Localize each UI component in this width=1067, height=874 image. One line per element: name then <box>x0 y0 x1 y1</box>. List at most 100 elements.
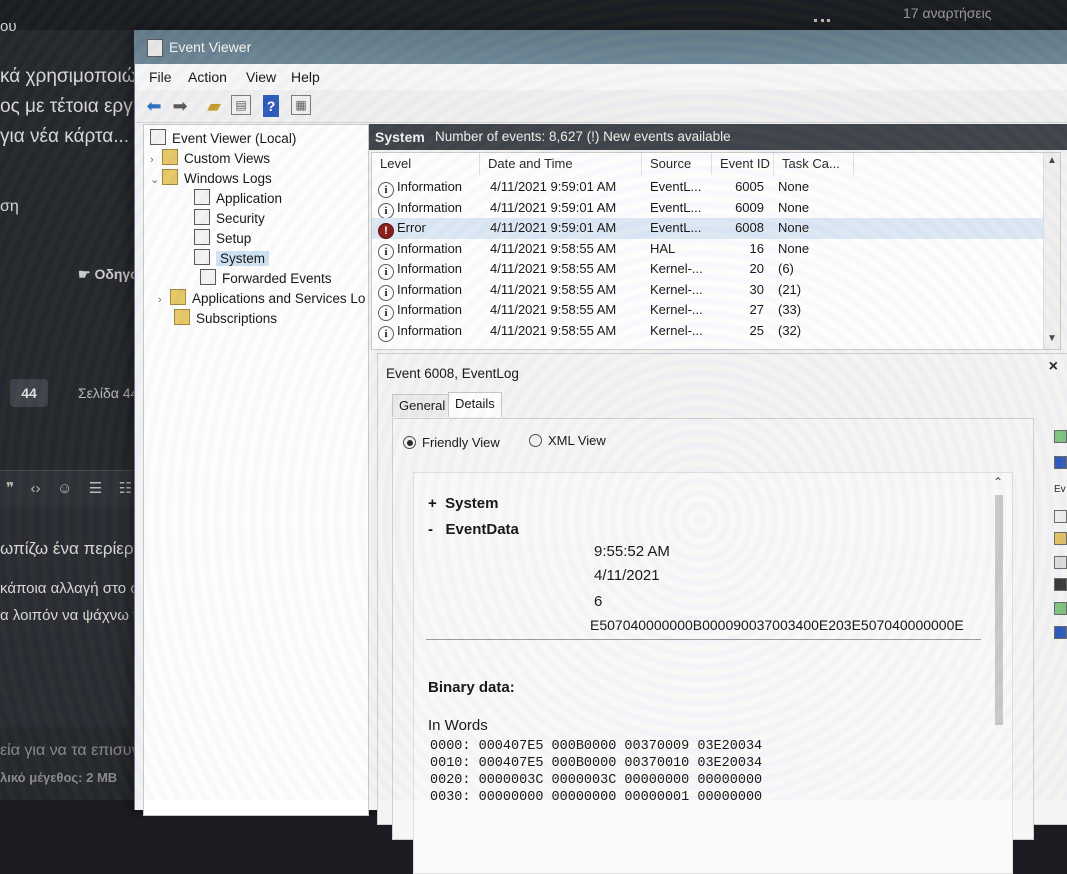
table-row[interactable]: ! Error 4/11/2021 9:59:01 AM EventL... 6008 N… <box>372 218 1060 239</box>
expand-plus-icon[interactable]: + <box>428 495 437 512</box>
table-row[interactable]: i Information 4/11/2021 9:58:55 AM Kernel-.… <box>372 321 1060 342</box>
tree-root[interactable]: Event Viewer (Local) <box>150 129 296 149</box>
table-row[interactable]: i Information 4/11/2021 9:58:55 AM HAL 16 Non… <box>372 239 1060 260</box>
forward-arrow-icon[interactable]: ➡ <box>169 95 191 117</box>
tree-application[interactable]: Application <box>194 189 282 209</box>
tree-forwarded-events[interactable]: Forwarded Events <box>200 269 332 289</box>
action-pane-icon[interactable]: ▦ <box>291 95 311 115</box>
menu-action[interactable]: Action <box>188 69 227 85</box>
col-date-time[interactable]: Date and Time <box>480 153 642 175</box>
cell-date: 4/11/2021 9:59:01 AM <box>490 179 617 194</box>
tree-root-label: Event Viewer (Local) <box>172 131 297 146</box>
tree-security-label: Security <box>216 211 265 226</box>
log-icon <box>194 249 210 265</box>
cell-level: i Information <box>378 200 462 219</box>
collapse-icon[interactable]: ⌄ <box>150 170 162 190</box>
copy-icon[interactable] <box>1054 556 1067 569</box>
cell-task: (32) <box>778 322 802 338</box>
bg-line-3: ος με τέτοια εργ <box>0 96 133 117</box>
cell-source: EventL... <box>650 220 702 235</box>
xml-view-label: XML View <box>548 433 606 448</box>
col-event-id[interactable]: Event ID <box>712 153 774 175</box>
table-row[interactable]: i Information 4/11/2021 9:58:55 AM Kernel-.… <box>372 259 1060 280</box>
information-icon: i <box>378 202 394 219</box>
tree-subscriptions[interactable]: Subscriptions <box>174 309 277 329</box>
code-icon[interactable]: ‹› <box>31 480 41 497</box>
eventdata-section[interactable]: - EventData <box>428 521 519 538</box>
cell-date: 4/11/2021 9:58:55 AM <box>490 322 617 338</box>
scroll-thumb[interactable] <box>995 495 1003 725</box>
event-detail-title: Event 6008, EventLog <box>386 366 519 381</box>
table-row[interactable]: i Information 4/11/2021 9:58:55 AM Kernel-.… <box>372 280 1060 301</box>
bullet-list-icon[interactable]: ☰ <box>89 479 102 497</box>
scroll-down-icon[interactable]: ▼ <box>1047 333 1057 344</box>
show-hide-tree-icon[interactable]: ▤ <box>231 95 251 115</box>
table-row[interactable]: i Information 4/11/2021 9:59:01 AM EventL..… <box>372 198 1060 219</box>
scroll-up-icon[interactable]: ▲ <box>1047 155 1057 166</box>
log-icon <box>194 189 210 205</box>
cell-level: i Information <box>378 323 462 342</box>
cell-task: (21) <box>778 281 802 297</box>
collapse-minus-icon[interactable]: - <box>428 521 433 538</box>
tree-custom-views[interactable]: › Custom Views <box>150 149 270 169</box>
attach-task-icon[interactable] <box>1054 532 1067 545</box>
system-section[interactable]: + System <box>428 495 498 512</box>
events-scrollbar[interactable]: ▲ ▼ <box>1043 153 1060 349</box>
emoji-icon[interactable]: ☺ <box>57 480 72 497</box>
tree-setup[interactable]: Setup <box>194 229 251 249</box>
cell-level-text: Information <box>397 302 463 317</box>
back-arrow-icon[interactable]: ⬅ <box>143 95 165 117</box>
menu-file[interactable]: File <box>149 69 172 85</box>
refresh-icon[interactable] <box>1054 602 1067 615</box>
scroll-up-icon[interactable]: ⌃ <box>993 475 1003 489</box>
menu-view[interactable]: View <box>246 69 276 85</box>
cell-task: (33) <box>778 302 802 317</box>
tree-windows-logs[interactable]: ⌄ Windows Logs <box>150 169 272 189</box>
refresh-icon[interactable] <box>1054 430 1067 443</box>
help-icon[interactable] <box>1054 626 1067 639</box>
save-icon[interactable] <box>1054 578 1067 591</box>
open-folder-icon[interactable]: ▰ <box>203 95 225 117</box>
cell-level: i Information <box>378 261 462 280</box>
tab-general[interactable]: General <box>392 394 453 417</box>
table-row[interactable]: i Information 4/11/2021 9:59:01 AM EventL..… <box>372 177 1060 198</box>
tree-system-label: System <box>216 251 270 266</box>
log-icon <box>194 229 210 245</box>
numbered-list-icon[interactable]: ☷ <box>119 479 132 497</box>
menu-help[interactable]: Help <box>291 69 320 85</box>
bg-line-5: ση <box>0 198 19 215</box>
folder-icon <box>170 289 186 305</box>
xml-view-radio[interactable]: XML View <box>529 433 606 448</box>
friendly-view-radio[interactable]: Friendly View <box>403 435 500 450</box>
cell-id: 16 <box>749 240 764 256</box>
help-icon[interactable]: ? <box>263 95 279 117</box>
events-count: Number of events: 8,627 (!) New events a… <box>435 129 731 144</box>
cell-level: i Information <box>378 241 462 260</box>
tree-apps-services[interactable]: › Applications and Services Lo <box>158 289 365 309</box>
expand-icon[interactable]: › <box>158 290 170 310</box>
tab-details[interactable]: Details <box>448 392 502 417</box>
friendly-view-label: Friendly View <box>422 435 500 450</box>
quote-icon[interactable]: ❞ <box>6 479 14 497</box>
information-icon: i <box>378 284 394 301</box>
cell-level-text: Information <box>397 281 463 297</box>
tree-security[interactable]: Security <box>194 209 265 229</box>
detail-scrollbar[interactable]: ⌃ <box>992 473 1006 873</box>
page-badge[interactable]: 44 <box>10 379 48 407</box>
col-source[interactable]: Source <box>642 153 712 175</box>
title-bar[interactable]: Event Viewer <box>135 30 1067 64</box>
help-icon[interactable] <box>1054 456 1067 469</box>
col-task-category[interactable]: Task Ca... <box>774 153 854 175</box>
expand-icon[interactable]: › <box>150 150 162 170</box>
post-line-1: ωπίζω ένα περίεργο <box>0 539 152 558</box>
cell-date: 4/11/2021 9:59:01 AM <box>490 199 617 215</box>
tree-forwarded-label: Forwarded Events <box>222 271 332 286</box>
more-dots-icon[interactable] <box>814 19 830 26</box>
col-level[interactable]: Level <box>372 153 480 175</box>
close-detail-icon[interactable]: × <box>1049 358 1058 376</box>
event-detail-pane: Event 6008, EventLog × General Details F… <box>377 353 1067 874</box>
tree-system[interactable]: System <box>194 249 270 269</box>
table-row[interactable]: i Information 4/11/2021 9:58:55 AM Kernel-.… <box>372 300 1060 321</box>
cell-source: Kernel-... <box>650 261 703 276</box>
properties-icon[interactable] <box>1054 510 1067 523</box>
